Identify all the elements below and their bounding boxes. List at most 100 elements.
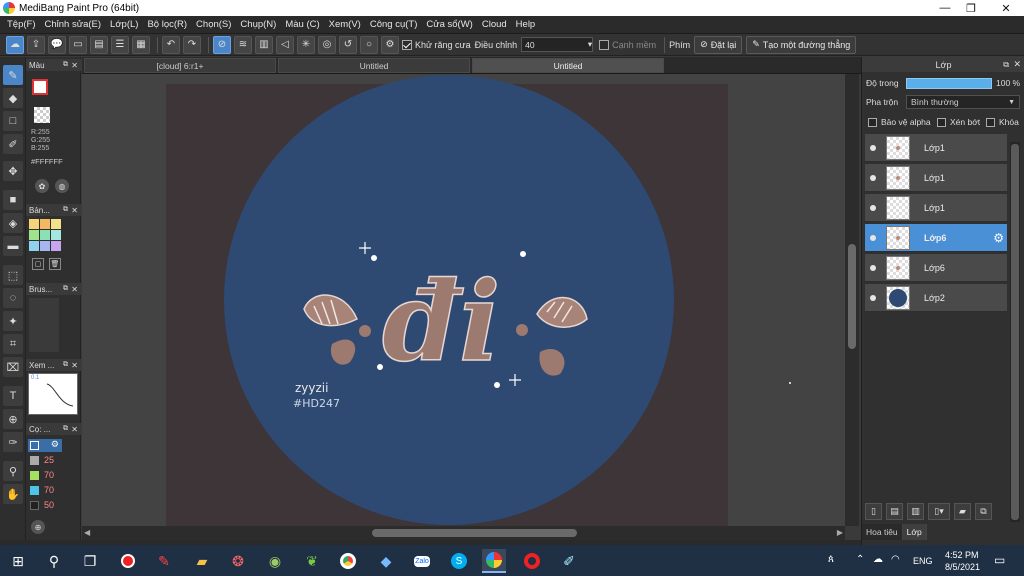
brush-size-row[interactable]: 70 xyxy=(28,469,62,482)
app-swirl-icon[interactable]: ❂ xyxy=(226,549,250,573)
opacity-slider[interactable] xyxy=(906,78,992,89)
reset-button[interactable]: ⊘ Đặt lại xyxy=(694,35,743,54)
palette-swatch[interactable] xyxy=(29,230,39,240)
close-icon[interactable]: ✕ xyxy=(71,206,78,215)
foreground-color-swatch[interactable] xyxy=(32,79,48,95)
select-eraser-tool-icon[interactable]: ⌧ xyxy=(3,357,23,377)
cloud-icon[interactable]: ☁ xyxy=(6,35,24,54)
canvas-area[interactable]: đi zyyzii #HD247 xyxy=(82,74,845,526)
soft-edge-option[interactable]: Cạnh mềm xyxy=(599,39,656,50)
vertical-scroll-thumb[interactable] xyxy=(848,244,856,349)
color-palette-icon[interactable]: ◍ xyxy=(55,179,69,193)
bucket-tool-icon[interactable]: ◈ xyxy=(3,213,23,233)
visibility-icon[interactable] xyxy=(870,144,876,151)
share-icon[interactable]: ⇪ xyxy=(27,35,45,54)
protect-alpha-option[interactable]: Bảo vệ alpha xyxy=(868,117,931,127)
layer-settings-gear-icon[interactable]: ⚙ xyxy=(993,231,1004,245)
tray-chevron-up-icon[interactable]: ⌃ xyxy=(856,554,864,565)
smudge-tool-icon[interactable]: ✐ xyxy=(3,134,23,154)
pin-icon[interactable]: ⧉ xyxy=(63,61,68,69)
color-wheel-icon[interactable]: ✿ xyxy=(35,179,49,193)
curve-snap-icon[interactable]: ↺ xyxy=(339,35,357,54)
restore-button[interactable]: ❐ xyxy=(956,0,986,16)
menu-edit[interactable]: Chỉnh sửa(E) xyxy=(45,19,102,30)
pin-icon[interactable]: ⧉ xyxy=(63,285,68,293)
brush-list[interactable] xyxy=(29,298,59,352)
tab-cloud-doc[interactable]: [cloud] 6:r1+ xyxy=(84,58,276,73)
menu-snap[interactable]: Chụp(N) xyxy=(240,19,276,30)
layers-scrollbar[interactable] xyxy=(1010,142,1020,522)
operation-tool-icon[interactable]: ⊕ xyxy=(3,409,23,429)
rectangle-tool-icon[interactable]: □ xyxy=(3,111,23,131)
layers-scroll-thumb[interactable] xyxy=(1011,144,1019,520)
menu-window[interactable]: Cửa sổ(W) xyxy=(426,19,472,30)
skype-icon[interactable]: S xyxy=(447,549,471,573)
pin-icon[interactable]: ⧉ xyxy=(63,425,68,433)
tab-navigator[interactable]: Hoa tiêu xyxy=(862,524,903,540)
grid-snap-icon[interactable]: ▥ xyxy=(255,35,273,54)
horizontal-scrollbar[interactable]: ◀ ▶ xyxy=(82,526,845,540)
leaf-app-icon[interactable]: ❦ xyxy=(300,549,324,573)
notification-icon[interactable]: ▭ xyxy=(994,553,1005,567)
layer-row-selected[interactable]: Lớp6 ⚙ xyxy=(865,224,1007,252)
close-icon[interactable]: ✕ xyxy=(71,61,78,70)
palette-swatch[interactable] xyxy=(29,219,39,229)
search-icon[interactable]: ⚲ xyxy=(42,549,66,573)
brush-size-selected[interactable]: ⚙ xyxy=(28,439,62,452)
protect-alpha-checkbox[interactable] xyxy=(868,117,877,127)
palette-swatch[interactable] xyxy=(40,241,50,251)
list-icon[interactable]: ☰ xyxy=(111,35,129,54)
paint-palette-icon[interactable]: ✐ xyxy=(557,549,581,573)
tab-untitled-1[interactable]: Untitled xyxy=(278,58,470,73)
antialias-checkbox[interactable] xyxy=(402,39,412,50)
clipping-option[interactable]: Xén bớt xyxy=(937,117,980,127)
grid-icon[interactable]: ▦ xyxy=(132,35,150,54)
hand-tool-icon[interactable]: ✋ xyxy=(3,484,23,504)
brush-size-row[interactable]: 70 xyxy=(28,484,62,497)
opera-icon[interactable] xyxy=(520,549,544,573)
divide-tool-icon[interactable]: ✑ xyxy=(3,432,23,452)
text-tool-icon[interactable]: T xyxy=(3,386,23,406)
scroll-left-icon[interactable]: ◀ xyxy=(84,528,90,537)
pinned-app-icon[interactable]: ◆ xyxy=(374,549,398,573)
menu-select[interactable]: Chọn(S) xyxy=(196,19,231,30)
eyedropper-tool-icon[interactable]: ⚲ xyxy=(3,461,23,481)
transparent-color-swatch[interactable] xyxy=(34,107,50,123)
document-icon[interactable]: ▤ xyxy=(90,35,108,54)
zalo-icon[interactable]: Zalo xyxy=(410,549,434,573)
radial-snap-icon[interactable]: ✳ xyxy=(297,35,315,54)
palette-swatch[interactable] xyxy=(40,230,50,240)
palette-swatch[interactable] xyxy=(51,219,61,229)
clipping-checkbox[interactable] xyxy=(937,117,946,127)
move-tool-icon[interactable]: ✥ xyxy=(3,161,23,181)
layer-row[interactable]: Lớp6 xyxy=(865,254,1007,282)
people-icon[interactable]: ጰ xyxy=(828,554,834,565)
close-icon[interactable]: ✕ xyxy=(1013,59,1021,70)
navigator-preview[interactable]: 0.1 xyxy=(28,373,78,415)
fill-rect-tool-icon[interactable]: ■ xyxy=(3,190,23,210)
palette-swatch[interactable] xyxy=(40,219,50,229)
antialias-option[interactable]: Khử răng cưa xyxy=(402,39,471,50)
new-swatch-icon[interactable]: ▢ xyxy=(32,258,44,270)
brush-size-row[interactable]: 25 xyxy=(28,454,62,467)
duplicate-layer-icon[interactable]: ⧉ xyxy=(975,502,992,520)
comment-icon[interactable]: 💬 xyxy=(48,35,66,54)
vertical-scrollbar[interactable] xyxy=(845,74,859,526)
new-layer-icon[interactable]: ▯ xyxy=(865,502,882,520)
eraser-tool-icon[interactable]: ◆ xyxy=(3,88,23,108)
menu-layer[interactable]: Lớp(L) xyxy=(110,19,138,30)
paint-brush-app-icon[interactable]: ✎ xyxy=(152,549,176,573)
close-icon[interactable]: ✕ xyxy=(71,425,78,434)
magic-wand-tool-icon[interactable]: ✦ xyxy=(3,311,23,331)
pin-icon[interactable]: ⧉ xyxy=(63,206,68,214)
palette-swatch[interactable] xyxy=(51,230,61,240)
new-8bit-layer-icon[interactable]: ▥ xyxy=(907,502,924,520)
lock-option[interactable]: Khóa xyxy=(986,117,1019,127)
undo-icon[interactable]: ↶ xyxy=(162,35,180,54)
menu-filter[interactable]: Bộ lọc(R) xyxy=(147,19,187,30)
visibility-icon[interactable] xyxy=(870,234,876,241)
lasso-tool-icon[interactable]: ◌ xyxy=(3,288,23,308)
task-view-icon[interactable]: ❐ xyxy=(78,549,102,573)
menu-cloud[interactable]: Cloud xyxy=(482,19,507,30)
clock-time[interactable]: 4:52 PM xyxy=(945,550,979,560)
